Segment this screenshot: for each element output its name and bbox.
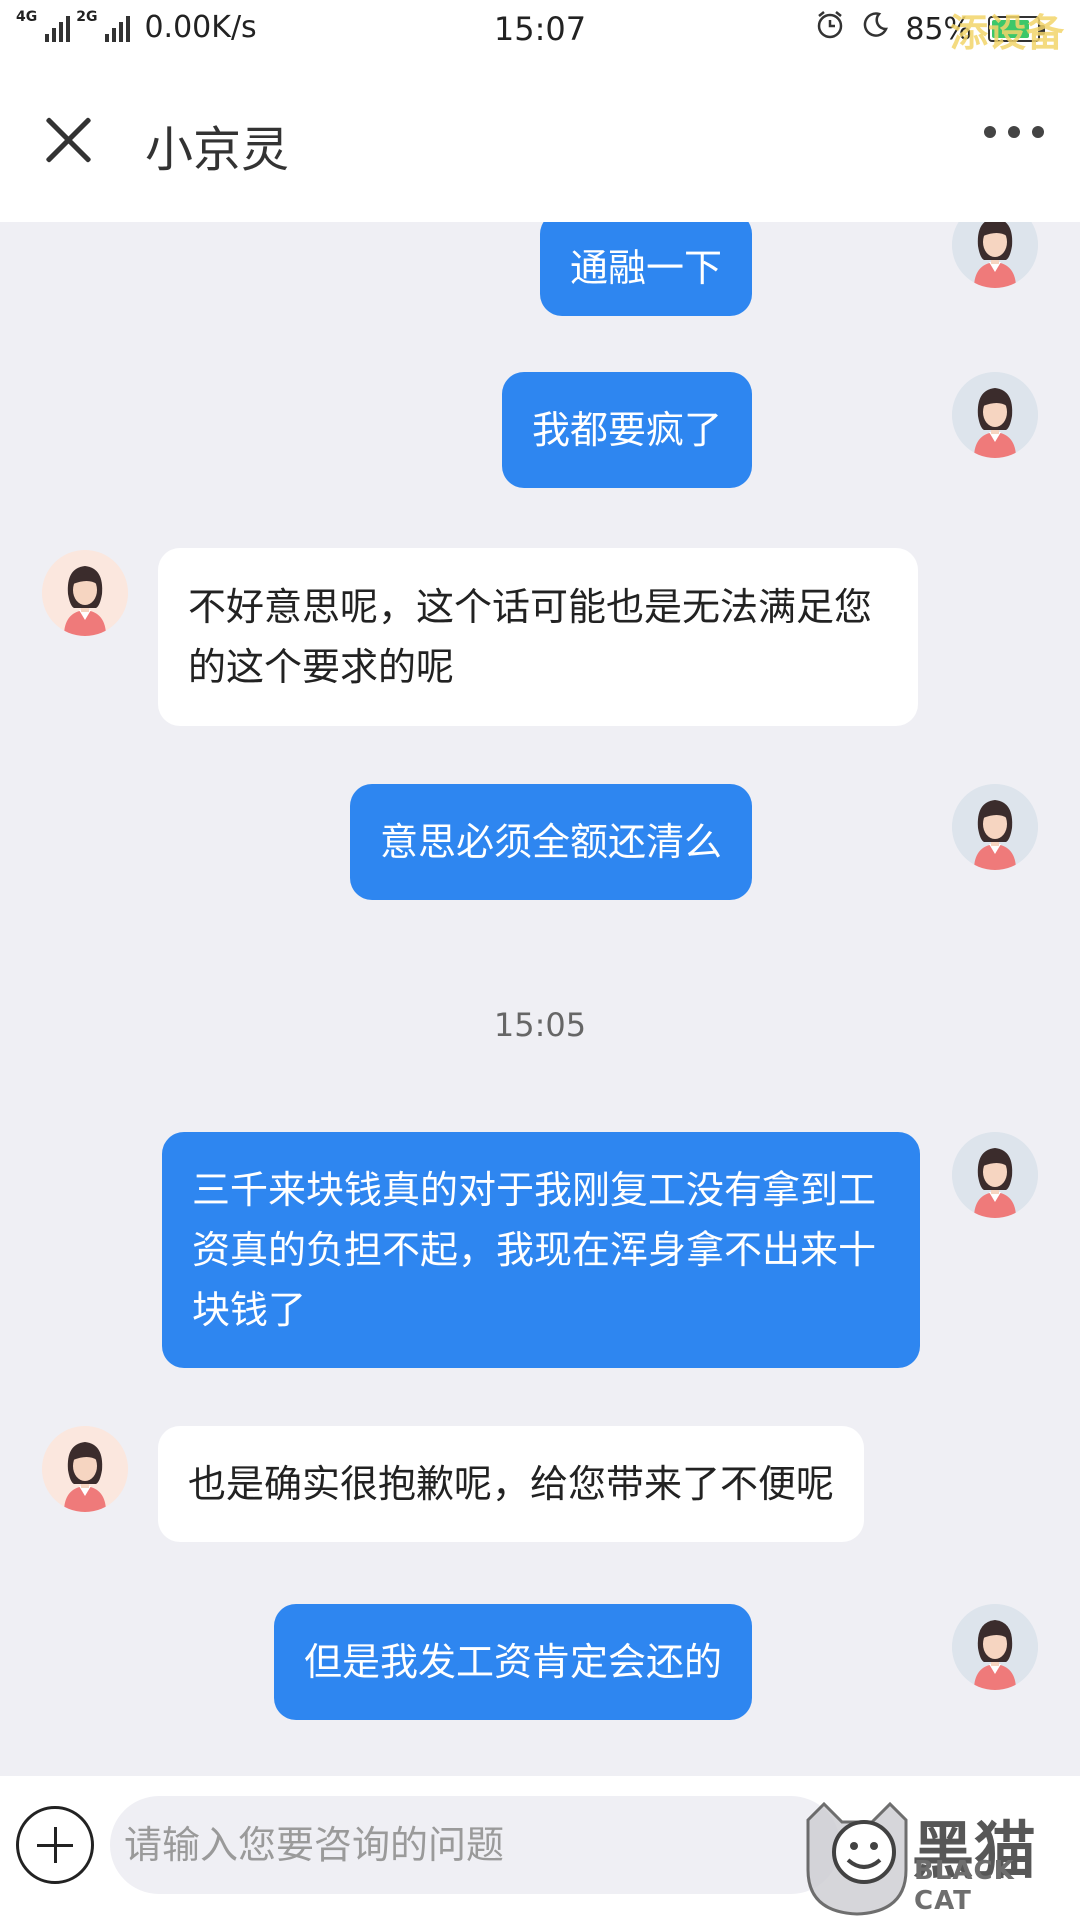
dot-icon xyxy=(984,126,996,138)
message-timestamp: 15:05 xyxy=(493,1006,587,1044)
user-avatar[interactable] xyxy=(952,1604,1038,1690)
user-avatar[interactable] xyxy=(952,222,1038,288)
message-text: 三千来块钱真的对于我刚复工没有拿到工资真的负担不起，我现在浑身拿不出来十块钱了 xyxy=(192,1168,877,1332)
dot-icon xyxy=(1032,126,1044,138)
message-text: 意思必须全额还清么 xyxy=(379,820,722,864)
close-button[interactable] xyxy=(40,112,96,168)
message-text: 不好意思呢，这个话可能也是无法满足您的这个要求的呢 xyxy=(188,585,873,689)
more-options-button[interactable] xyxy=(984,126,1044,138)
message-bubble-bot[interactable]: 也是确实很抱歉呢，给您带来了不便呢 xyxy=(158,1426,865,1542)
watermark-brand-en: BLACK CAT xyxy=(914,1856,1015,1916)
message-text: 通融一下 xyxy=(569,246,722,290)
message-bubble-user[interactable]: 我都要疯了 xyxy=(501,372,752,488)
user-avatar[interactable] xyxy=(952,784,1038,870)
message-bubble-bot[interactable]: 不好意思呢，这个话可能也是无法满足您的这个要求的呢 xyxy=(158,548,918,726)
message-bubble-user[interactable]: 意思必须全额还清么 xyxy=(349,784,752,900)
message-text: 也是确实很抱歉呢，给您带来了不便呢 xyxy=(188,1462,835,1506)
message-text: 我都要疯了 xyxy=(531,408,722,452)
add-attachment-button[interactable] xyxy=(16,1806,94,1884)
moon-icon xyxy=(861,11,889,47)
user-avatar[interactable] xyxy=(952,1132,1038,1218)
message-bubble-user[interactable]: 三千来块钱真的对于我刚复工没有拿到工资真的负担不起，我现在浑身拿不出来十块钱了 xyxy=(162,1132,920,1368)
dot-icon xyxy=(1008,126,1020,138)
message-input[interactable] xyxy=(110,1796,840,1894)
chat-header: 小京灵 xyxy=(0,58,1080,222)
alarm-icon xyxy=(815,10,845,48)
watermark-logo: 黑猫 BLACK CAT xyxy=(802,1800,1072,1916)
user-avatar[interactable] xyxy=(952,372,1038,458)
message-text: 但是我发工资肯定会还的 xyxy=(303,1640,722,1684)
input-bar: 黑猫 BLACK CAT xyxy=(0,1776,1080,1920)
chat-area[interactable]: 通融一下 我都要疯了 不好意思呢，这个话可能也是无法满足您的这个要求的呢 意思必… xyxy=(0,222,1080,1776)
message-bubble-user[interactable]: 通融一下 xyxy=(539,222,752,316)
message-bubble-user[interactable]: 但是我发工资肯定会还的 xyxy=(273,1604,752,1720)
page-title: 小京灵 xyxy=(145,122,290,178)
status-bar: 4G 2G 0.00K/s 15:07 85% 添设备 xyxy=(0,0,1080,58)
watermark-top: 添设备 xyxy=(949,11,1064,55)
bot-avatar[interactable] xyxy=(42,1426,128,1512)
cat-logo-icon xyxy=(806,1801,908,1916)
bot-avatar[interactable] xyxy=(42,550,128,636)
